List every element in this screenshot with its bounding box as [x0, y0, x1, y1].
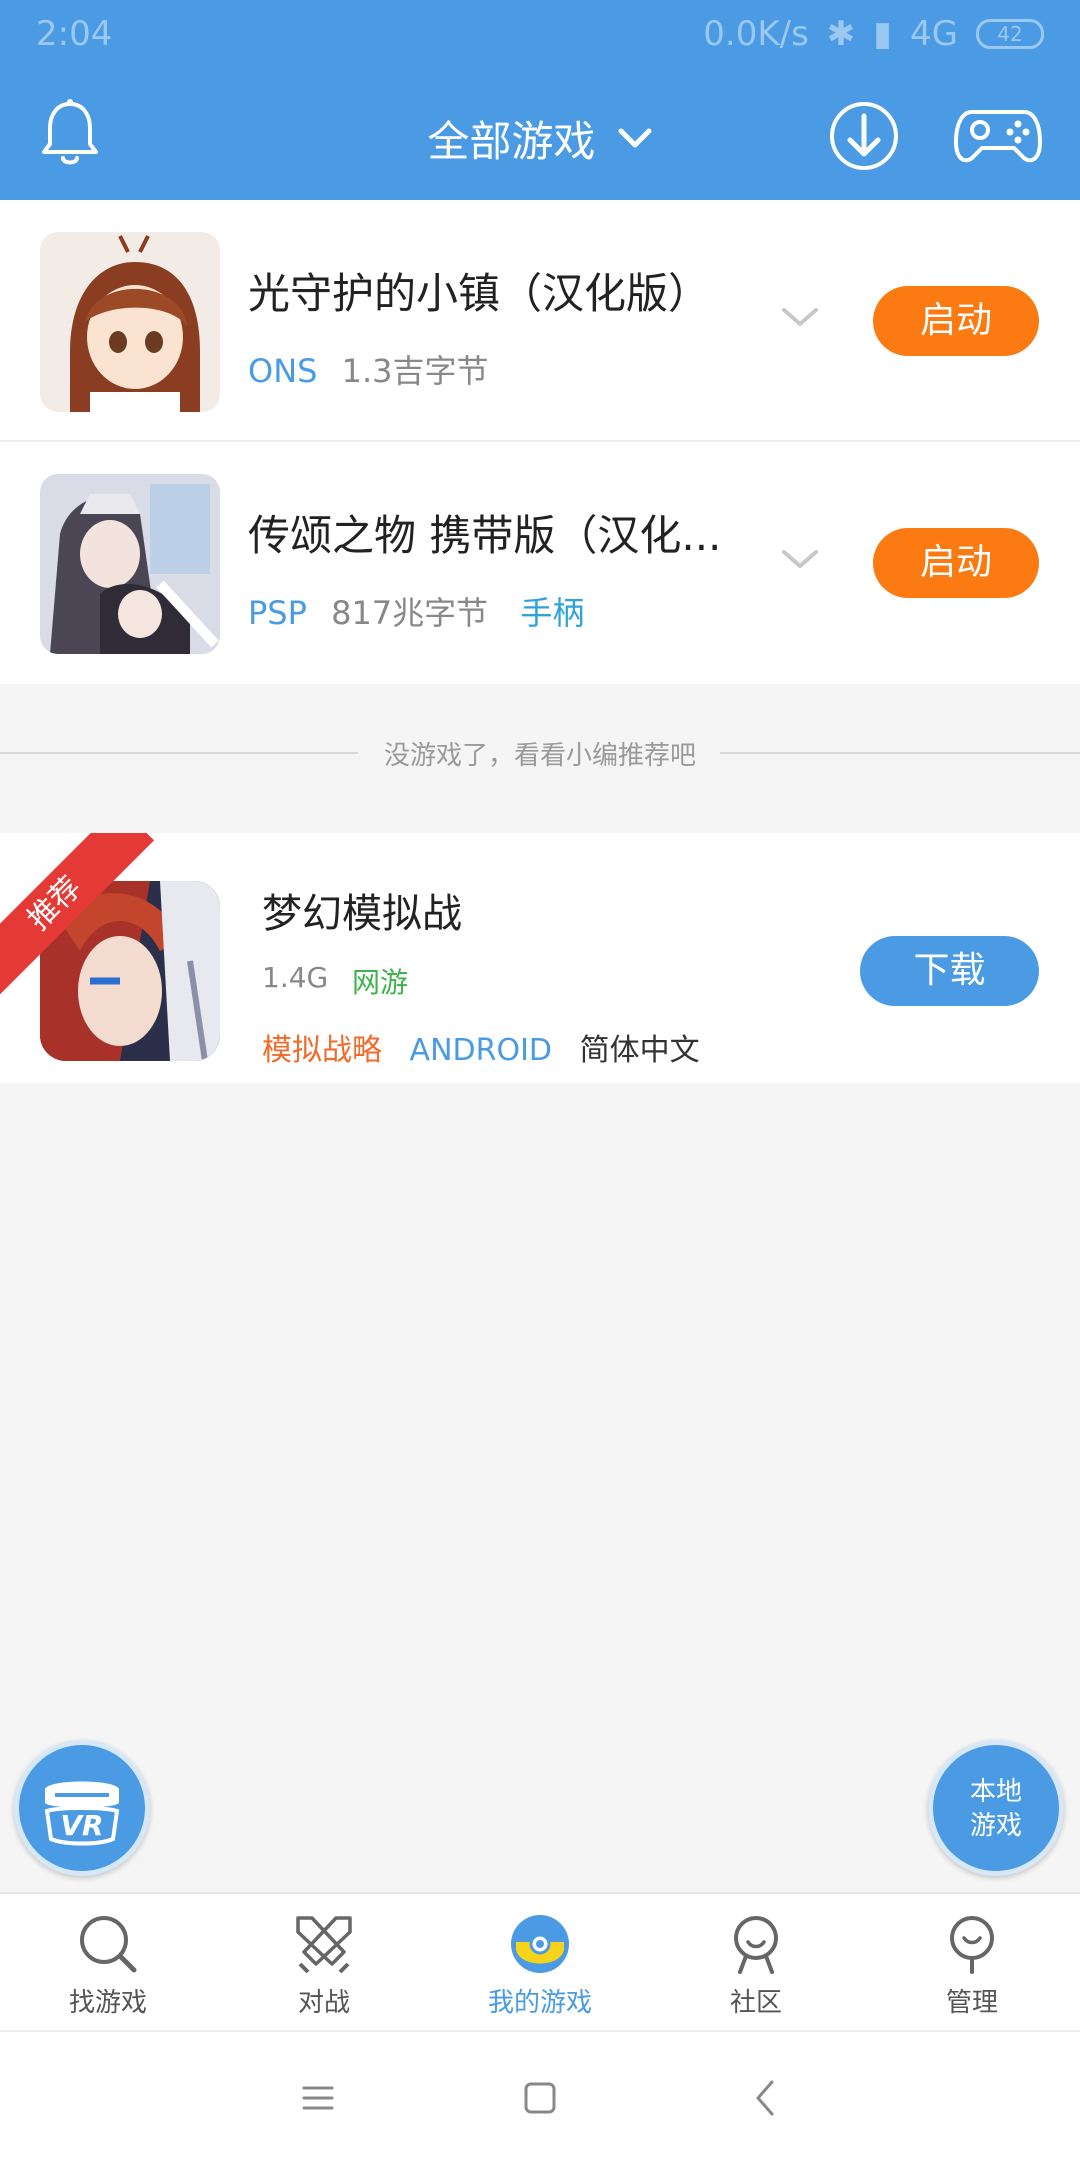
chevron-down-icon [618, 128, 652, 147]
top-app-bar: 全部游戏 [0, 72, 1080, 200]
game-thumbnail [40, 474, 220, 654]
tab-label: 我的游戏 [487, 1988, 592, 2018]
tab-my-games[interactable]: 我的游戏 [432, 1894, 648, 2030]
tab-find-games[interactable]: 找游戏 [0, 1894, 216, 2030]
chevron-down-icon[interactable] [780, 546, 820, 572]
game-thumbnail [40, 232, 220, 412]
game-platform: PSP [248, 594, 307, 632]
tab-battle[interactable]: 对战 [216, 1894, 432, 2030]
game-tags: 模拟战略 ANDROID 简体中文 [262, 1025, 700, 1069]
recommended-game-card[interactable]: 推荐 梦幻模拟战 1.4G 网游 模拟战略 ANDROID 简体中文 下载 [0, 833, 1080, 1083]
manage-icon [950, 1916, 994, 1974]
tab-label: 找游戏 [68, 1988, 147, 2018]
tab-label: 管理 [945, 1988, 998, 2018]
tab-label: 对战 [297, 1988, 350, 2018]
tab-manage[interactable]: 管理 [864, 1894, 1080, 2030]
platform-tag: ANDROID [409, 1033, 553, 1068]
back-icon[interactable] [744, 2076, 788, 2120]
game-row[interactable]: 光守护的小镇（汉化版） ONS 1.3吉字节 启动 [0, 200, 1080, 442]
gamepad-icon[interactable] [954, 102, 1042, 168]
download-icon[interactable] [828, 100, 900, 172]
local-label-line2: 游戏 [969, 1811, 1022, 1841]
signal-icon: ▮ [873, 14, 893, 54]
game-size: 817兆字节 [331, 594, 489, 632]
my-games-icon [511, 1915, 569, 1973]
local-label-line1: 本地 [969, 1777, 1022, 1807]
genre-tag: 模拟战略 [262, 1033, 382, 1068]
game-type-tag: 网游 [352, 966, 409, 999]
game-size: 1.4G [262, 961, 329, 994]
bottom-tab-bar: 找游戏 对战 我的游戏 社区 管理 [0, 1892, 1080, 2030]
menu-icon[interactable] [296, 2076, 340, 2120]
launch-button[interactable]: 启动 [873, 528, 1039, 598]
download-button[interactable]: 下载 [860, 936, 1039, 1006]
gamepad-tag: 手柄 [520, 594, 585, 632]
vr-headset-icon: VR [44, 1781, 120, 1846]
game-platform: ONS [248, 352, 318, 390]
status-time: 2:04 [36, 14, 113, 54]
system-nav-bar [0, 2030, 1080, 2160]
network-type: 4G [910, 14, 958, 54]
game-row[interactable]: 传颂之物 携带版（汉化... PSP 817兆字节 手柄 启动 [0, 442, 1080, 684]
divider-text: 没游戏了，看看小编推荐吧 [369, 741, 710, 771]
language-tag: 简体中文 [579, 1033, 700, 1068]
game-title: 传颂之物 携带版（汉化... [248, 511, 722, 560]
game-title: 光守护的小镇（汉化版） [248, 269, 711, 318]
battery-icon: 42 [976, 19, 1044, 49]
category-selector[interactable]: 全部游戏 [0, 108, 1080, 169]
bluetooth-icon: ✱ [826, 14, 856, 54]
search-icon [80, 1916, 137, 1973]
chevron-down-icon[interactable] [780, 304, 820, 330]
launch-button[interactable]: 启动 [873, 286, 1039, 356]
my-games-list: 光守护的小镇（汉化版） ONS 1.3吉字节 启动 传颂之物 携带版（汉化... [0, 200, 1080, 684]
vr-button[interactable]: VR [14, 1740, 150, 1876]
game-size: 1.3吉字节 [341, 352, 489, 390]
community-icon [734, 1916, 778, 1974]
vr-label: VR [60, 1809, 103, 1842]
net-speed: 0.0K/s [703, 14, 809, 54]
home-icon[interactable] [518, 2076, 562, 2120]
tab-community[interactable]: 社区 [648, 1894, 864, 2030]
local-games-button[interactable]: 本地 游戏 [928, 1740, 1064, 1876]
end-of-list-divider: 没游戏了，看看小编推荐吧 [0, 715, 1080, 791]
page-title: 全部游戏 [427, 117, 596, 166]
status-bar: 2:04 0.0K/s ✱ ▮ 4G 42 [0, 0, 1080, 72]
swords-icon [296, 1916, 352, 1974]
game-title: 梦幻模拟战 [262, 891, 462, 937]
tab-label: 社区 [729, 1988, 782, 2018]
